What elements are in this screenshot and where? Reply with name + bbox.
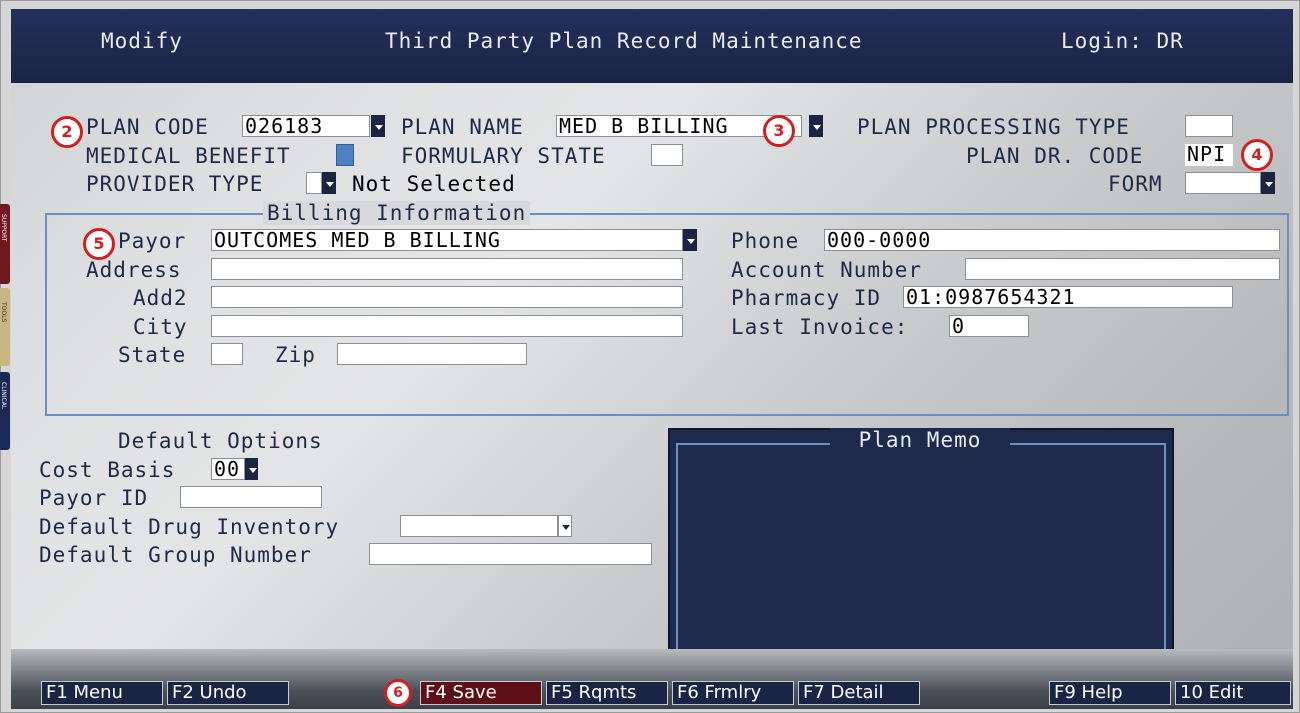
formulary-state-input[interactable]: [651, 144, 683, 166]
plan-dr-code-label: PLAN DR. CODE: [966, 144, 1144, 168]
f4-save-button[interactable]: F4 Save: [420, 681, 542, 705]
city-input[interactable]: [211, 315, 683, 337]
payor-label: Payor: [118, 229, 187, 253]
callout-4: 4: [1241, 139, 1273, 171]
phone-input[interactable]: 000-0000: [824, 229, 1280, 251]
callout-6: 6: [384, 679, 412, 707]
default-options-title: Default Options: [118, 429, 323, 453]
f10-edit-button[interactable]: 10 Edit: [1175, 681, 1291, 705]
plan-memo-title: Plan Memo: [830, 428, 1010, 452]
cost-basis-label: Cost Basis: [39, 458, 176, 482]
f2-undo-button[interactable]: F2 Undo: [167, 681, 289, 705]
callout-5: 5: [83, 228, 115, 260]
group-number-input[interactable]: [369, 543, 652, 565]
window-frame: Modify Third Party Plan Record Maintenan…: [0, 0, 1300, 713]
login-label: Login: DR: [1061, 29, 1184, 53]
plan-dr-code-input[interactable]: NPI: [1185, 144, 1233, 166]
drug-inventory-dropdown-icon[interactable]: [558, 515, 572, 537]
form-label: FORM: [1108, 172, 1163, 196]
medical-benefit-label: MEDICAL BENEFIT: [86, 144, 291, 168]
processing-type-input[interactable]: [1185, 115, 1233, 137]
billing-info-title: Billing Information: [263, 201, 531, 225]
clinical-side-tab[interactable]: CLINICAL: [0, 372, 10, 450]
header-bar: Modify Third Party Plan Record Maintenan…: [11, 9, 1293, 83]
drug-inventory-label: Default Drug Inventory: [39, 515, 340, 539]
medical-benefit-checkbox[interactable]: [336, 144, 354, 166]
pharmacy-id-input[interactable]: 01:0987654321: [903, 286, 1233, 308]
callout-2: 2: [51, 116, 83, 148]
payor-id-label: Payor ID: [39, 486, 149, 510]
provider-type-text: Not Selected: [352, 172, 516, 196]
plan-memo-textarea[interactable]: [676, 443, 1166, 652]
f9-help-button[interactable]: F9 Help: [1049, 681, 1171, 705]
zip-input[interactable]: [337, 343, 527, 365]
support-tab-label: SUPPORT: [0, 214, 7, 242]
zip-label: Zip: [275, 343, 316, 367]
provider-type-input[interactable]: [306, 172, 322, 194]
address-label: Address: [86, 258, 182, 282]
add2-label: Add2: [133, 286, 188, 310]
tools-tab-label: TOOLS: [0, 302, 7, 323]
cost-basis-input[interactable]: 00: [211, 458, 245, 480]
callout-3: 3: [763, 115, 795, 147]
f6-frmlry-button[interactable]: F6 Frmlry: [672, 681, 794, 705]
address-input[interactable]: [211, 258, 683, 280]
support-side-tab[interactable]: SUPPORT: [0, 204, 10, 284]
mode-label: Modify: [101, 29, 183, 53]
payor-id-input[interactable]: [180, 486, 322, 508]
plan-memo-panel[interactable]: Plan Memo: [668, 428, 1174, 660]
plan-name-label: PLAN NAME: [401, 115, 524, 139]
city-label: City: [133, 315, 188, 339]
plan-code-input[interactable]: 026183: [242, 115, 370, 137]
phone-label: Phone: [731, 229, 800, 253]
account-number-label: Account Number: [731, 258, 923, 282]
provider-type-label: PROVIDER TYPE: [86, 172, 264, 196]
add2-input[interactable]: [211, 286, 683, 308]
plan-name-dropdown-icon[interactable]: [809, 115, 823, 137]
drug-inventory-input[interactable]: [400, 515, 558, 537]
page-title: Third Party Plan Record Maintenance: [385, 29, 863, 53]
tools-side-tab[interactable]: TOOLS: [0, 288, 10, 366]
processing-type-label: PLAN PROCESSING TYPE: [857, 115, 1130, 139]
clinical-tab-label: CLINICAL: [0, 382, 7, 410]
payor-input[interactable]: OUTCOMES MED B BILLING: [211, 229, 683, 251]
app-screen: Modify Third Party Plan Record Maintenan…: [11, 9, 1293, 709]
form-dropdown-icon[interactable]: [1261, 172, 1275, 194]
formulary-state-label: FORMULARY STATE: [401, 144, 606, 168]
form-input[interactable]: [1185, 172, 1261, 194]
account-number-input[interactable]: [965, 258, 1280, 280]
group-number-label: Default Group Number: [39, 543, 312, 567]
f5-rqmts-button[interactable]: F5 Rqmts: [546, 681, 668, 705]
plan-code-dropdown-icon[interactable]: [371, 115, 385, 137]
plan-code-label: PLAN CODE: [86, 115, 209, 139]
last-invoice-label: Last Invoice:: [731, 315, 909, 339]
payor-dropdown-icon[interactable]: [683, 229, 697, 251]
state-input[interactable]: [211, 343, 243, 365]
provider-type-dropdown-icon[interactable]: [322, 172, 336, 194]
state-label: State: [118, 343, 187, 367]
cost-basis-dropdown-icon[interactable]: [245, 458, 258, 480]
pharmacy-id-label: Pharmacy ID: [731, 286, 882, 310]
f7-detail-button[interactable]: F7 Detail: [798, 681, 920, 705]
last-invoice-input[interactable]: 0: [949, 315, 1029, 337]
f1-menu-button[interactable]: F1 Menu: [41, 681, 163, 705]
